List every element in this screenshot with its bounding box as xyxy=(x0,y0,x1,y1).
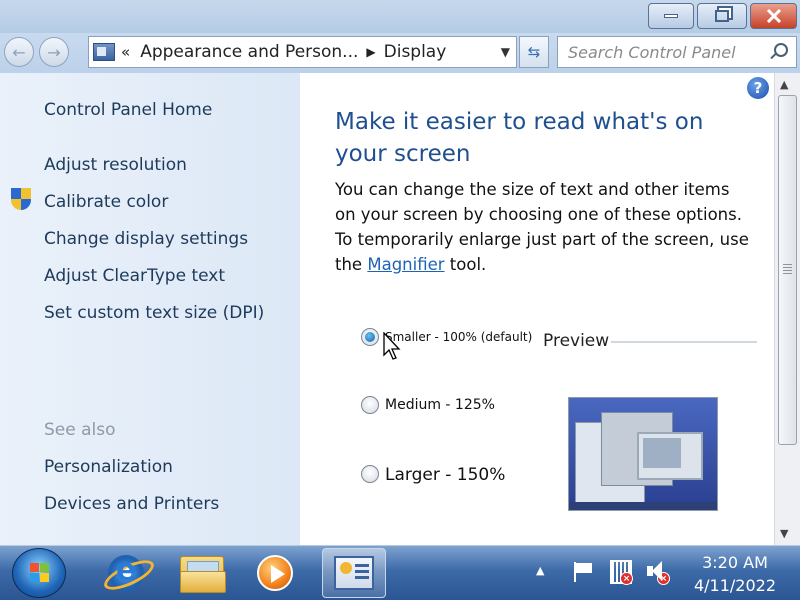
volume-muted-icon: × xyxy=(657,572,670,585)
forward-arrow-icon: → xyxy=(47,42,61,62)
navigation-bar: ← → « Appearance and Person... ▶ Display… xyxy=(0,33,800,73)
option-larger-label[interactable]: Larger - 150% xyxy=(385,465,505,485)
description-tail: tool. xyxy=(449,255,487,274)
taskbar-media-player[interactable] xyxy=(243,548,307,598)
preview-image xyxy=(568,397,718,511)
refresh-button[interactable]: ⇆ xyxy=(519,36,549,68)
left-task-pane: Control Panel Home Adjust resolution Cal… xyxy=(0,73,300,545)
taskbar: ▲ × × 3:20 AM 4/11/2022 xyxy=(0,545,800,600)
uac-shield-icon xyxy=(11,188,31,210)
custom-text-size-link[interactable]: Set custom text size (DPI) xyxy=(44,303,264,323)
breadcrumb-display[interactable]: Display xyxy=(384,42,447,62)
internet-explorer-icon xyxy=(108,553,144,591)
display-settings-icon xyxy=(334,556,374,590)
see-also-heading: See also xyxy=(44,420,116,440)
back-button[interactable]: ← xyxy=(4,37,34,67)
action-center-flag-icon[interactable] xyxy=(571,560,595,584)
show-hidden-icons-icon[interactable]: ▲ xyxy=(536,564,544,577)
maximize-button[interactable] xyxy=(697,3,747,29)
network-icon[interactable]: × xyxy=(608,558,634,586)
page-title: Make it easier to read what's on your sc… xyxy=(335,109,704,167)
start-button[interactable] xyxy=(12,548,66,598)
personalization-link[interactable]: Personalization xyxy=(44,457,173,477)
preview-window-front xyxy=(637,432,703,480)
change-display-settings-link[interactable]: Change display settings xyxy=(44,229,248,249)
taskbar-display-control-panel[interactable] xyxy=(322,548,386,598)
search-icon[interactable] xyxy=(774,43,788,57)
adjust-cleartype-link[interactable]: Adjust ClearType text xyxy=(44,266,225,286)
search-placeholder: Search Control Panel xyxy=(568,42,736,62)
taskbar-internet-explorer[interactable] xyxy=(94,548,158,598)
radio-larger[interactable] xyxy=(361,465,379,483)
taskbar-windows-explorer[interactable] xyxy=(170,548,234,598)
radio-smaller[interactable] xyxy=(361,328,379,346)
main-content: ? Make it easier to read what's on your … xyxy=(300,73,774,545)
clock-date: 4/11/2022 xyxy=(693,576,777,595)
address-bar[interactable]: « Appearance and Person... ▶ Display ▼ xyxy=(88,36,517,68)
vertical-scrollbar[interactable]: ▲ ▼ xyxy=(774,73,800,545)
system-clock[interactable]: 3:20 AM 4/11/2022 xyxy=(683,551,787,597)
minimize-icon xyxy=(664,14,678,18)
back-arrow-icon: ← xyxy=(12,42,26,62)
search-input[interactable]: Search Control Panel xyxy=(557,36,797,68)
scroll-down-icon[interactable]: ▼ xyxy=(780,527,788,540)
close-button[interactable] xyxy=(750,3,797,29)
magnifier-link[interactable]: Magnifier xyxy=(367,255,444,274)
minimize-button[interactable] xyxy=(648,3,694,29)
window-titlebar xyxy=(0,0,800,36)
help-button[interactable]: ? xyxy=(747,77,769,99)
control-panel-icon xyxy=(93,43,115,61)
forward-button[interactable]: → xyxy=(39,37,69,67)
refresh-icon: ⇆ xyxy=(527,43,541,61)
scroll-up-icon[interactable]: ▲ xyxy=(780,78,788,91)
radio-medium[interactable] xyxy=(361,396,379,414)
breadcrumb-appearance[interactable]: Appearance and Person... xyxy=(140,42,358,62)
restore-icon xyxy=(715,10,729,22)
preview-label: Preview xyxy=(543,331,610,351)
breadcrumb-separator-icon[interactable]: ▶ xyxy=(366,45,375,59)
description-text: You can change the size of text and othe… xyxy=(335,177,755,277)
help-icon: ? xyxy=(753,79,763,97)
preview-divider xyxy=(611,341,757,343)
folder-icon xyxy=(180,556,226,593)
preview-taskbar xyxy=(569,502,717,510)
close-icon xyxy=(766,9,781,23)
adjust-resolution-link[interactable]: Adjust resolution xyxy=(44,155,187,175)
clock-time: 3:20 AM xyxy=(702,553,768,572)
calibrate-color-link[interactable]: Calibrate color xyxy=(44,192,168,212)
address-dropdown-icon[interactable]: ▼ xyxy=(501,45,510,59)
option-smaller-label[interactable]: Smaller - 100% (default) xyxy=(385,330,532,344)
media-player-icon xyxy=(257,555,293,591)
breadcrumb-overflow[interactable]: « xyxy=(121,43,130,61)
scroll-thumb[interactable] xyxy=(778,95,797,445)
devices-and-printers-link[interactable]: Devices and Printers xyxy=(44,494,219,514)
volume-icon[interactable]: × xyxy=(645,558,671,586)
option-medium[interactable]: Medium - 125% xyxy=(361,396,495,414)
windows-logo-icon xyxy=(30,563,50,583)
option-larger[interactable]: Larger - 150% xyxy=(361,465,505,485)
scroll-grip-icon xyxy=(783,264,792,274)
network-error-icon: × xyxy=(620,572,633,585)
option-medium-label[interactable]: Medium - 125% xyxy=(385,397,495,413)
control-panel-home-link[interactable]: Control Panel Home xyxy=(44,100,212,120)
